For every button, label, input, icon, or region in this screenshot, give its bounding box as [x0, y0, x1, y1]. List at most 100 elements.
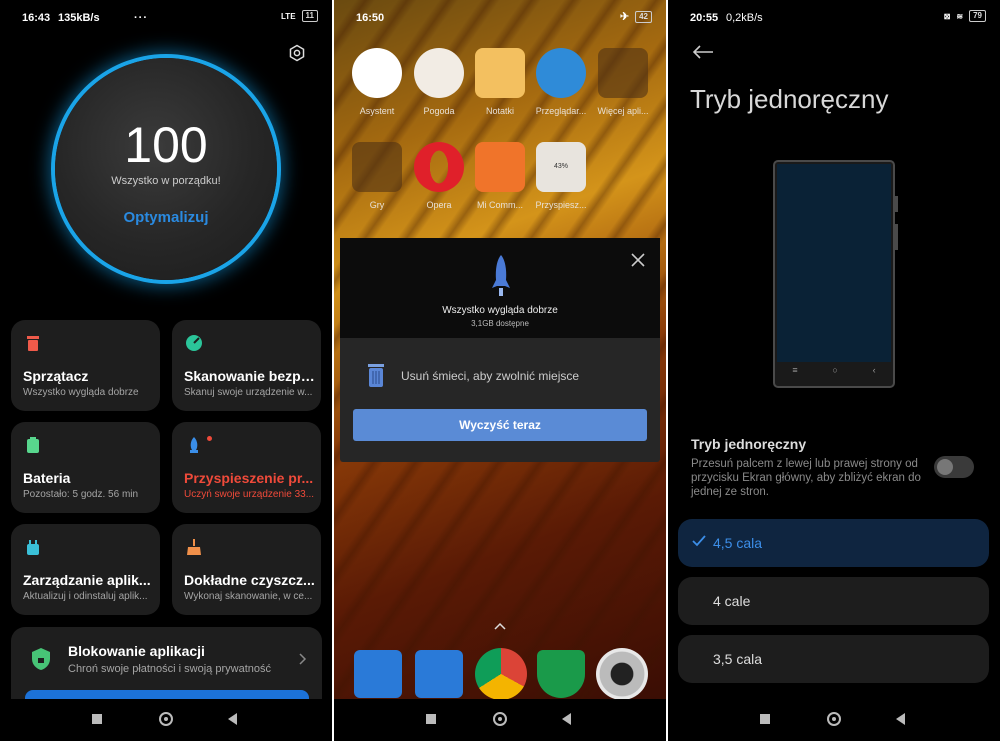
dialog-header: Wszystko wygląda dobrze 3,1GB dostępne: [340, 238, 660, 338]
cloud-icon: [414, 48, 464, 98]
close-icon[interactable]: [630, 252, 646, 268]
phone-icon[interactable]: [354, 650, 402, 698]
option-label: 4 cale: [713, 593, 751, 609]
optimize-button[interactable]: Optymalizuj: [55, 209, 277, 226]
folder-more-apps[interactable]: Więcej apli...: [592, 48, 654, 116]
home-button[interactable]: [827, 712, 841, 726]
chrome-icon[interactable]: [475, 648, 527, 700]
notification-dot: [207, 436, 212, 441]
card-security-scan[interactable]: Skanowanie bezpi... Skanuj swoje urządze…: [172, 320, 321, 411]
security-shield-icon[interactable]: [537, 650, 585, 698]
network-icon: LTE: [281, 11, 296, 21]
clean-now-button[interactable]: Wyczyść teraz: [353, 409, 647, 441]
opera-icon: [414, 142, 464, 192]
recents-button[interactable]: [92, 714, 102, 724]
app-label: Asystent: [359, 106, 395, 116]
status-speed: 0,2kB/s: [726, 12, 763, 24]
folder-games[interactable]: Gry: [346, 142, 408, 210]
app-label: Opera: [426, 200, 452, 210]
status-time: 20:55: [690, 12, 719, 24]
size-option-3-5[interactable]: 3,5 cala: [678, 635, 989, 683]
gear-icon[interactable]: [288, 44, 306, 62]
rocket-icon: [492, 255, 510, 296]
home-button[interactable]: [159, 712, 173, 726]
camera-icon[interactable]: [596, 648, 648, 700]
setting-title: Tryb jednoręczny: [691, 436, 807, 452]
trash-icon: [368, 364, 384, 387]
size-option-4[interactable]: 4 cale: [678, 577, 989, 625]
menu-icon: ≡: [792, 365, 798, 375]
navigation-bar: [668, 699, 1000, 741]
score-status: Wszystko w porządku!: [111, 175, 221, 187]
back-button[interactable]: [896, 713, 905, 725]
phone-button: [895, 224, 898, 250]
app-opera[interactable]: Opera: [408, 142, 470, 210]
card-title: Skanowanie bezpi...: [184, 368, 316, 384]
app-notes[interactable]: Notatki: [469, 48, 531, 116]
phone-button: [895, 196, 898, 212]
battery-icon: 79: [969, 10, 986, 22]
app-label: Więcej apli...: [597, 106, 649, 116]
app-lock-subtitle: Chroń swoje płatności i swoją prywatność: [68, 663, 271, 675]
battery-icon: [27, 437, 39, 453]
home-screen-panel: 16:50 ✈ 42 Asystent Pogoda Notatki Przeg…: [334, 0, 666, 741]
card-title: Sprzątacz: [23, 368, 89, 384]
chevron-right-icon: [299, 653, 307, 665]
messages-icon[interactable]: [415, 650, 463, 698]
card-subtitle: Aktualizuj i odinstaluj aplik...: [23, 591, 148, 602]
app-browser[interactable]: Przeglądar...: [530, 48, 592, 116]
status-bar: 20:55 0,2kB/s ⊠ ≋ 79: [668, 8, 1000, 28]
chevron-up-icon[interactable]: [494, 622, 506, 630]
card-title: Zarządzanie aplik...: [23, 572, 151, 588]
notes-icon: [475, 48, 525, 98]
app-mi-community[interactable]: Mi Comm...: [469, 142, 531, 210]
back-arrow-icon[interactable]: [692, 44, 714, 60]
security-score-gauge[interactable]: 100 Wszystko w porządku! Optymalizuj: [55, 58, 277, 280]
status-bar: 16:50 ✈ 42: [334, 8, 666, 28]
battery-icon: 42: [635, 10, 652, 23]
card-subtitle: Wykonaj skanowanie, w ce...: [184, 591, 313, 602]
signal-icon: ⊠: [943, 11, 951, 21]
card-cleaner[interactable]: Sprzątacz Wszystko wygląda dobrze: [11, 320, 160, 411]
home-circle-icon: ○: [832, 365, 838, 375]
home-button[interactable]: [493, 712, 507, 726]
size-option-4-5[interactable]: 4,5 cala: [678, 519, 989, 567]
trash-icon: [27, 336, 39, 351]
android-icon: [27, 540, 39, 555]
mi-community-icon: [475, 142, 525, 192]
card-boost[interactable]: Przyspieszenie pr... Uczyń swoje urządze…: [172, 422, 321, 513]
recents-button[interactable]: [760, 714, 770, 724]
shield-scan-icon: [186, 335, 202, 351]
back-button[interactable]: [562, 713, 571, 725]
dialog-title: Wszystko wygląda dobrze: [442, 305, 558, 316]
security-score: 100: [124, 117, 208, 173]
card-title: Dokładne czyszcz...: [184, 572, 315, 588]
app-booster[interactable]: 43% Przyspiesz...: [530, 142, 592, 210]
one-hand-toggle[interactable]: [934, 456, 974, 478]
status-time: 16:50: [356, 12, 385, 24]
card-battery[interactable]: Bateria Pozostało: 5 godz. 56 min: [11, 422, 160, 513]
cleanup-dialog: Wszystko wygląda dobrze 3,1GB dostępne U…: [340, 238, 660, 462]
status-speed: 135kB/s: [58, 12, 100, 24]
broom-icon: [187, 539, 201, 555]
phone-illustration: ≡ ○ ‹: [773, 160, 898, 388]
app-label: Gry: [369, 200, 385, 210]
navigation-bar: [0, 699, 332, 741]
shield-lock-icon: [32, 648, 50, 670]
back-button[interactable]: [228, 713, 237, 725]
navigation-bar: [334, 699, 666, 741]
card-deep-clean[interactable]: Dokładne czyszcz... Wykonaj skanowanie, …: [172, 524, 321, 615]
boost-icon: 43%: [536, 142, 586, 192]
card-subtitle: Uczyń swoje urządzenie 33...: [184, 489, 315, 500]
app-assistant[interactable]: Asystent: [346, 48, 408, 116]
app-weather[interactable]: Pogoda: [408, 48, 470, 116]
settings-panel: 20:55 0,2kB/s ⊠ ≋ 79 Tryb jednoręczny ≡ …: [668, 0, 1000, 741]
card-app-manager[interactable]: Zarządzanie aplik... Aktualizuj i odinst…: [11, 524, 160, 615]
browser-icon: [536, 48, 586, 98]
recents-button[interactable]: [426, 714, 436, 724]
airplane-icon: ✈: [619, 11, 630, 23]
status-more-icon: ···: [134, 12, 148, 24]
app-label: Przeglądar...: [535, 106, 587, 116]
setting-description: Przesuń palcem z lewej lub prawej strony…: [691, 458, 921, 498]
assistant-icon: [352, 48, 402, 98]
